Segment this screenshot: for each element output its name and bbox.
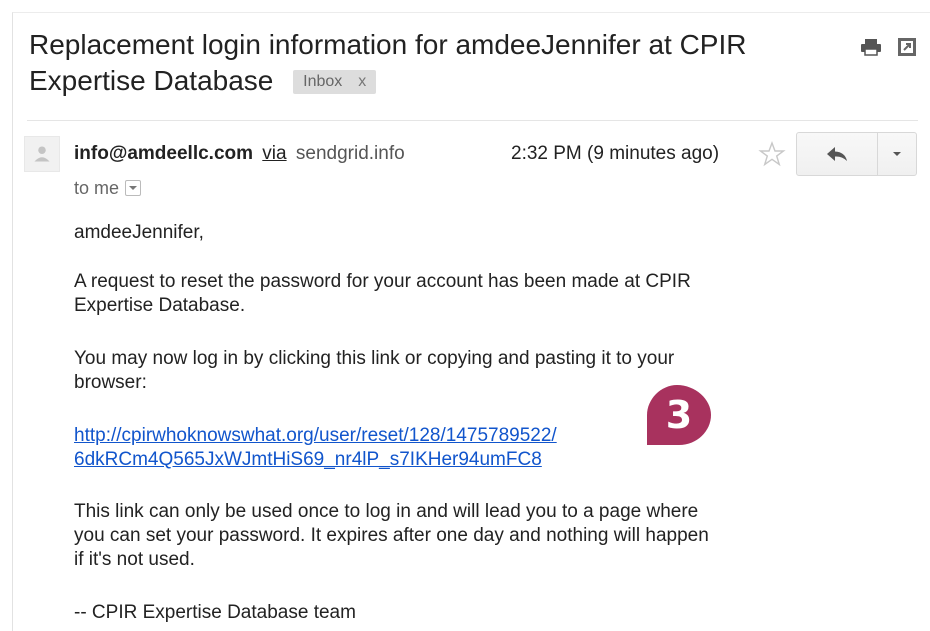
message-timestamp: 2:32 PM (9 minutes ago) — [511, 143, 720, 164]
inbox-label-text: Inbox — [303, 73, 343, 90]
subject-line-2: Expertise Database — [29, 65, 274, 96]
remove-label-button[interactable]: x — [358, 73, 366, 90]
sender-line: info@amdeellc.com via sendgrid.info — [74, 142, 405, 166]
request-paragraph: A request to reset the password for your… — [74, 270, 814, 318]
via-link[interactable]: via — [262, 143, 286, 164]
reply-button-group — [796, 132, 917, 176]
expiry-line-2: you can set your password. It expires af… — [74, 525, 709, 546]
subject-line-1: Replacement login information for amdeeJ… — [29, 29, 747, 60]
recipient-text: to me — [74, 178, 120, 198]
recipient-line: to me — [74, 176, 142, 200]
recipient-details-button[interactable] — [125, 180, 142, 196]
step-badge-number: 3 — [665, 393, 693, 437]
print-icon[interactable] — [860, 37, 882, 57]
reset-link-line-2[interactable]: 6dkRCm4Q565JxWJmtHiS69_nr4lP_s7IKHer94um… — [74, 448, 814, 472]
reply-button[interactable] — [797, 133, 878, 175]
login-line-2: browser: — [74, 372, 147, 393]
new-window-icon[interactable] — [896, 37, 918, 57]
recipient-details-caret-icon — [129, 186, 138, 190]
signature-paragraph: -- CPIR Expertise Database team — [74, 602, 356, 623]
expiry-paragraph: This link can only be used once to log i… — [74, 500, 814, 572]
star-icon[interactable] — [758, 140, 786, 168]
expiry-line-3: if it's not used. — [74, 549, 195, 570]
email-subject: Replacement login information for amdeeJ… — [29, 27, 829, 99]
login-line-1: You may now log in by clicking this link… — [74, 348, 675, 369]
reply-icon — [827, 147, 847, 161]
greeting-paragraph: amdeeJennifer, — [74, 222, 204, 243]
header-divider — [27, 120, 918, 121]
inbox-label[interactable]: Inbox x — [293, 70, 377, 94]
request-line-2: Expertise Database. — [74, 295, 246, 316]
subject-actions — [860, 37, 918, 57]
sender-email[interactable]: info@amdeellc.com — [74, 143, 253, 164]
via-domain: sendgrid.info — [295, 143, 405, 164]
more-options-button[interactable] — [878, 133, 916, 175]
request-line-1: A request to reset the password for your… — [74, 271, 691, 292]
expiry-line-1: This link can only be used once to log i… — [74, 501, 699, 522]
more-options-chevron-icon — [893, 152, 901, 156]
sender-avatar — [24, 136, 60, 172]
